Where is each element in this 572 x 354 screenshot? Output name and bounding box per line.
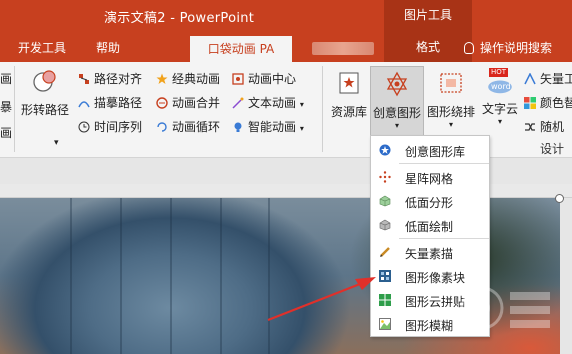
watermark-logo bbox=[460, 286, 550, 330]
classic-animation-button[interactable]: 经典动画 bbox=[156, 70, 220, 87]
pixel-block-icon bbox=[379, 270, 391, 282]
merge-icon bbox=[156, 97, 168, 109]
shape-to-path-button[interactable]: 形转路径 bbox=[20, 68, 70, 132]
pencil-icon bbox=[380, 247, 390, 257]
blur-image-icon bbox=[379, 318, 391, 330]
clock-icon bbox=[78, 121, 90, 133]
animation-loop-button[interactable]: 动画循环 bbox=[156, 118, 220, 135]
menu-item-low-poly-fractal[interactable]: 低面分形 bbox=[371, 190, 489, 212]
star-grid-icon bbox=[379, 171, 391, 183]
word-cloud-icon: HOT word bbox=[485, 68, 515, 96]
title-bar: 演示文稿2 - PowerPoint 图片工具 bbox=[0, 0, 572, 32]
ribbon-tabs: 开发工具 帮助 口袋动画 PA 格式 操作说明搜索 bbox=[0, 32, 572, 62]
resize-handle[interactable] bbox=[555, 194, 564, 203]
resource-library-button[interactable]: 资源库 bbox=[328, 66, 370, 132]
window-title: 演示文稿2 - PowerPoint bbox=[104, 11, 255, 26]
shape-wrap-button[interactable]: 图形绕排 ▾ bbox=[426, 66, 476, 132]
vector-icon bbox=[524, 73, 536, 85]
star-animation-icon bbox=[156, 73, 168, 84]
menu-item-star-grid[interactable]: 星阵网格 bbox=[371, 166, 489, 188]
word-cloud-label: 文字云 bbox=[481, 102, 518, 116]
partial-label-1: 画 bbox=[0, 72, 13, 86]
magic-wand-icon bbox=[232, 97, 244, 109]
random-button[interactable]: 随机 bbox=[524, 118, 564, 135]
text-animation-button[interactable]: 文本动画 ▾ bbox=[232, 94, 304, 111]
creative-shape-label: 创意图形 bbox=[372, 106, 421, 120]
partial-label-3: 画 bbox=[0, 126, 13, 140]
menu-item-vector-sketch[interactable]: 矢量素描 bbox=[371, 241, 489, 263]
color-replace-button[interactable]: 颜色替 bbox=[524, 94, 572, 111]
creative-shape-button[interactable]: 创意图形 ▾ bbox=[370, 66, 424, 138]
path-align-button[interactable]: 路径对齐 bbox=[78, 70, 142, 87]
lightbulb-icon bbox=[464, 42, 474, 54]
vector-tool-button[interactable]: 矢量工 bbox=[524, 70, 572, 87]
dropdown-arrow-icon[interactable]: ▾ bbox=[54, 138, 59, 148]
tab-help[interactable]: 帮助 bbox=[96, 39, 120, 56]
shape-wrap-label: 图形绕排 bbox=[426, 105, 475, 119]
low-poly-icon bbox=[379, 195, 391, 207]
time-sequence-button[interactable]: 时间序列 bbox=[78, 118, 142, 135]
resource-library-icon bbox=[339, 72, 359, 94]
animation-center-icon bbox=[232, 73, 244, 85]
picture-tools-context: 图片工具 bbox=[384, 0, 472, 32]
cloud-collage-icon bbox=[379, 294, 391, 306]
tell-me-label: 操作说明搜索 bbox=[480, 41, 553, 55]
loop-icon bbox=[157, 122, 167, 132]
resource-library-label: 资源库 bbox=[330, 105, 367, 119]
shape-to-path-label: 形转路径 bbox=[20, 103, 69, 117]
smart-animation-button[interactable]: 智能动画 ▾ bbox=[232, 118, 304, 135]
path-align-icon bbox=[79, 74, 89, 84]
menu-item-creative-shape-library[interactable]: 创意图形库 bbox=[371, 139, 489, 161]
menu-item-low-poly-draw[interactable]: 低面绘制 bbox=[371, 214, 489, 236]
trace-path-button[interactable]: 描摹路径 bbox=[78, 94, 142, 111]
trace-path-icon bbox=[78, 101, 90, 108]
bulb-sparkle-icon bbox=[234, 122, 242, 132]
tell-me-search[interactable]: 操作说明搜索 bbox=[464, 39, 552, 56]
tab-developer[interactable]: 开发工具 bbox=[18, 39, 66, 56]
tab-pocket-animation[interactable]: 口袋动画 PA bbox=[190, 36, 292, 62]
partial-label-2: 暴 bbox=[0, 100, 13, 114]
hexagram-icon bbox=[386, 71, 408, 97]
blurred-tab bbox=[312, 42, 374, 55]
shape-wrap-icon bbox=[440, 73, 462, 93]
tab-format[interactable]: 格式 bbox=[384, 32, 472, 62]
shape-path-icon bbox=[33, 70, 56, 92]
animation-center-button[interactable]: 动画中心 bbox=[232, 70, 296, 87]
star-circle-icon bbox=[379, 144, 391, 156]
design-group-label: 设计 bbox=[540, 142, 565, 156]
shuffle-icon bbox=[525, 123, 535, 131]
word-cloud-button[interactable]: HOT word 文字云 ▾ bbox=[478, 66, 522, 132]
color-grid-icon bbox=[524, 97, 536, 109]
animation-merge-button[interactable]: 动画合并 bbox=[156, 94, 220, 111]
low-poly-draw-icon bbox=[379, 219, 391, 231]
